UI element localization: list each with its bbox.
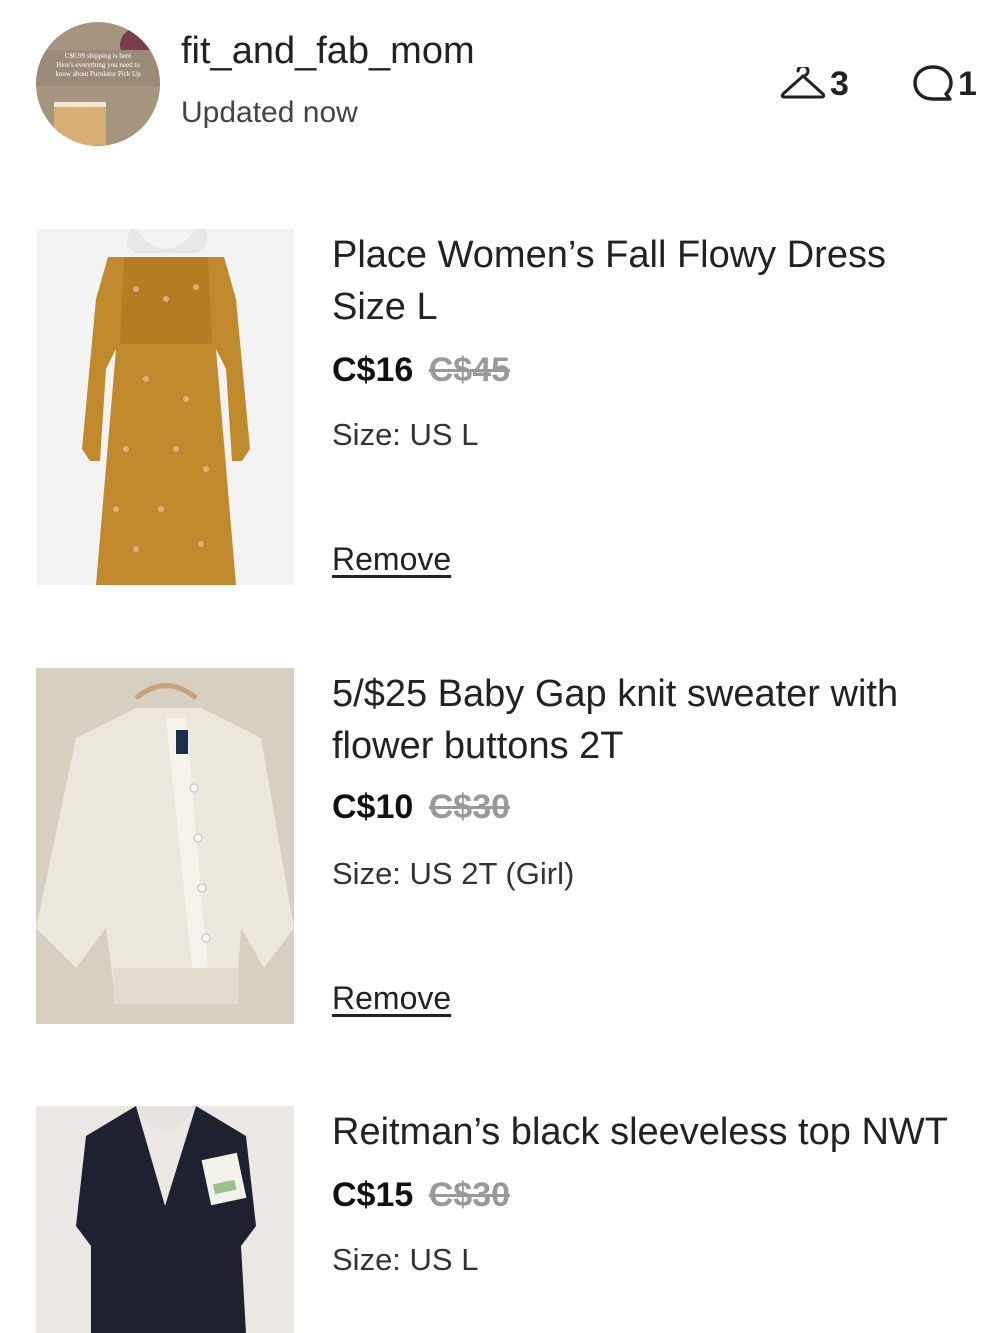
original-price: C$30	[428, 788, 511, 826]
listing-title[interactable]: Reitman’s black sleeveless top NWT	[332, 1106, 982, 1158]
updated-status: Updated now	[181, 96, 358, 129]
comments-count: 1	[958, 64, 977, 103]
seller-username[interactable]: fit_and_fab_mom	[181, 30, 475, 73]
listing-title-line: Size L	[332, 286, 438, 328]
listing-title-line: Reitman’s black sleeveless top NWT	[332, 1111, 948, 1153]
bundle-header: C$6.99 shipping is here Here's everythin…	[0, 0, 1000, 170]
listing-size: Size: US L	[332, 1242, 479, 1277]
remove-button[interactable]: Remove	[332, 541, 451, 578]
listing-title[interactable]: Place Women’s Fall Flowy Dress Size L	[332, 229, 982, 333]
listing-price: C$15	[332, 1176, 414, 1214]
sweater-image	[36, 668, 294, 1024]
listing-price: C$16	[332, 351, 414, 389]
top-image	[36, 1106, 294, 1333]
avatar-banner-line: Here's everything you need to	[56, 61, 140, 69]
original-price: C$45	[428, 351, 511, 389]
comments-stat[interactable]: 1	[912, 64, 977, 104]
dress-image	[36, 229, 294, 585]
listing-item: Place Women’s Fall Flowy Dress Size L C$…	[0, 229, 1000, 589]
comment-icon	[913, 65, 953, 101]
listing-title[interactable]: 5/$25 Baby Gap knit sweater with flower …	[332, 668, 982, 772]
remove-button[interactable]: Remove	[332, 980, 451, 1017]
listing-image-top[interactable]	[36, 1106, 294, 1333]
likes-stat[interactable]: 3	[780, 64, 849, 104]
listing-title-line: flower buttons 2T	[332, 725, 624, 767]
seller-avatar[interactable]: C$6.99 shipping is here Here's everythin…	[36, 22, 160, 146]
listing-size: Size: US L	[332, 417, 479, 452]
listing-title-line: Place Women’s Fall Flowy Dress	[332, 234, 886, 276]
avatar-package-image	[54, 102, 106, 145]
listing-title-line: 5/$25 Baby Gap knit sweater with	[332, 673, 899, 715]
avatar-banner: C$6.99 shipping is here Here's everythin…	[36, 50, 160, 86]
listing-size: Size: US 2T (Girl)	[332, 856, 575, 891]
listing-item: 5/$25 Baby Gap knit sweater with flower …	[0, 668, 1000, 1028]
avatar-banner-line: C$6.99 shipping is here	[64, 52, 132, 60]
likes-count: 3	[830, 64, 849, 103]
listing-image-dress[interactable]	[36, 229, 294, 585]
avatar-banner-line: know about Purolator Pick Up	[55, 70, 141, 78]
original-price: C$30	[428, 1176, 511, 1214]
listing-item: Reitman’s black sleeveless top NWT C$15 …	[0, 1106, 1000, 1333]
price-row: C$15 C$30	[332, 1176, 510, 1215]
listing-image-sweater[interactable]	[36, 668, 294, 1024]
price-row: C$10 C$30	[332, 788, 510, 827]
price-row: C$16 C$45	[332, 351, 510, 390]
hanger-icon	[780, 67, 826, 99]
listing-price: C$10	[332, 788, 414, 826]
